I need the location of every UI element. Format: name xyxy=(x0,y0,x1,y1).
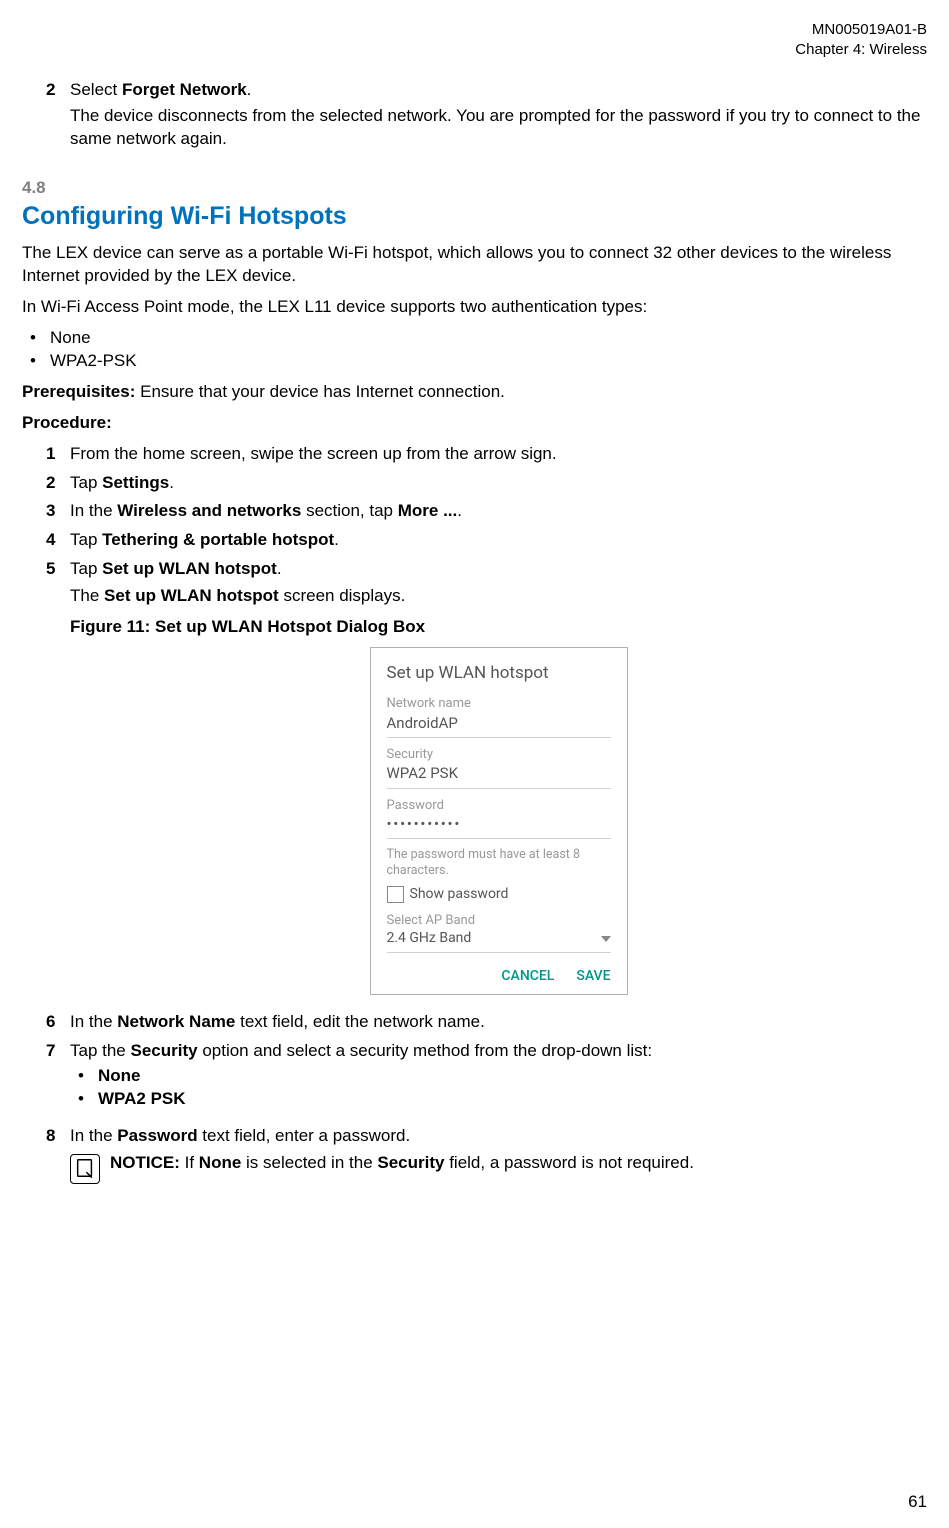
network-name-label: Network name xyxy=(387,695,611,713)
ap-band-value: 2.4 GHz Band xyxy=(387,929,472,948)
security-label: Security xyxy=(387,746,611,764)
network-name-input[interactable]: AndroidAP xyxy=(387,713,611,738)
step-number: 2 xyxy=(46,79,70,160)
list-item: WPA2 PSK xyxy=(78,1088,927,1111)
procedure-label: Procedure: xyxy=(22,412,927,435)
page-header: MN005019A01-B Chapter 4: Wireless xyxy=(22,20,927,61)
ap-band-select[interactable]: 2.4 GHz Band xyxy=(387,929,611,953)
notice-text: NOTICE: If None is selected in the Secur… xyxy=(110,1152,694,1175)
figure-11-dialog: Set up WLAN hotspot Network name Android… xyxy=(70,647,927,995)
password-hint: The password must have at least 8 charac… xyxy=(387,847,611,878)
password-label: Password xyxy=(387,797,611,815)
dialog-title: Set up WLAN hotspot xyxy=(387,662,611,685)
auth-type-list: None WPA2-PSK xyxy=(30,327,927,373)
page-number: 61 xyxy=(908,1491,927,1514)
ap-band-label: Select AP Band xyxy=(387,912,611,930)
section-paragraph-2: In Wi-Fi Access Point mode, the LEX L11 … xyxy=(22,296,927,319)
doc-id: MN005019A01-B xyxy=(22,20,927,40)
password-input[interactable]: • • • • • • • • • • • xyxy=(387,814,611,839)
list-item: WPA2-PSK xyxy=(30,350,927,373)
step-text: Select Forget Network. xyxy=(70,80,251,99)
prerequisites-label: Prerequisites: xyxy=(22,382,135,401)
section-title: Configuring Wi-Fi Hotspots xyxy=(22,200,927,234)
show-password-checkbox[interactable]: Show password xyxy=(387,885,611,904)
list-item: None xyxy=(30,327,927,350)
procedure-step-2: 2 Tap Settings. xyxy=(46,472,927,495)
chevron-down-icon xyxy=(601,936,611,942)
chapter-line: Chapter 4: Wireless xyxy=(22,40,927,60)
procedure-step-8: 8 In the Password text field, enter a pa… xyxy=(46,1125,927,1184)
intro-step-2: 2 Select Forget Network. The device disc… xyxy=(46,79,927,160)
save-button[interactable]: SAVE xyxy=(576,967,610,986)
figure-caption: Figure 11: Set up WLAN Hotspot Dialog Bo… xyxy=(70,616,927,639)
cancel-button[interactable]: CANCEL xyxy=(501,967,554,986)
procedure-step-4: 4 Tap Tethering & portable hotspot. xyxy=(46,529,927,552)
wlan-hotspot-dialog: Set up WLAN hotspot Network name Android… xyxy=(370,647,628,995)
notice-block: NOTICE: If None is selected in the Secur… xyxy=(70,1152,927,1184)
procedure-step-6: 6 In the Network Name text field, edit t… xyxy=(46,1011,927,1034)
section-number: 4.8 xyxy=(22,177,927,200)
security-options-list: None WPA2 PSK xyxy=(78,1065,927,1111)
procedure-step-3: 3 In the Wireless and networks section, … xyxy=(46,500,927,523)
procedure-step-7: 7 Tap the Security option and select a s… xyxy=(46,1040,927,1119)
step-result: The device disconnects from the selected… xyxy=(70,105,927,151)
show-password-label: Show password xyxy=(410,885,509,904)
notice-icon xyxy=(70,1154,100,1184)
list-item: None xyxy=(78,1065,927,1088)
prerequisites-line: Prerequisites: Ensure that your device h… xyxy=(22,381,927,404)
section-paragraph-1: The LEX device can serve as a portable W… xyxy=(22,242,927,288)
security-select[interactable]: WPA2 PSK xyxy=(387,763,611,788)
procedure-step-5: 5 Tap Set up WLAN hotspot. The Set up WL… xyxy=(46,558,927,1005)
checkbox-icon xyxy=(387,886,404,903)
procedure-step-1: 1 From the home screen, swipe the screen… xyxy=(46,443,927,466)
